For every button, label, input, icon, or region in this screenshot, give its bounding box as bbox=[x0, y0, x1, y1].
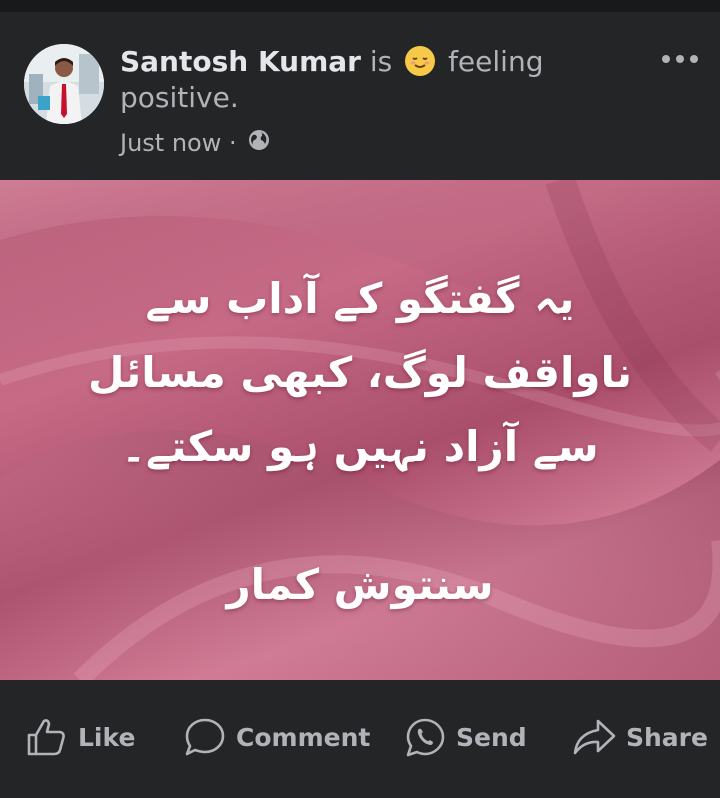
send-button[interactable]: Send bbox=[404, 714, 527, 760]
post-author-line: Santosh Kumar is feeling positive. bbox=[120, 44, 640, 116]
post-header: Santosh Kumar is feeling positive. Just … bbox=[0, 22, 720, 180]
activity-prefix: is bbox=[369, 45, 393, 78]
comment-bubble-icon bbox=[184, 717, 226, 757]
globe-icon[interactable] bbox=[248, 127, 270, 159]
post-action-bar: Like Comment Send Share bbox=[0, 680, 720, 798]
comment-label: Comment bbox=[236, 722, 371, 752]
quote-line: سے آزاد نہیں ہو سکتے۔ bbox=[121, 422, 599, 471]
post-meta: Just now · bbox=[120, 126, 270, 159]
more-dot-icon bbox=[676, 55, 684, 63]
like-button[interactable]: Like bbox=[26, 714, 135, 760]
quote-line: ناواقف لوگ، کبھی مسائل bbox=[87, 348, 633, 397]
feeling-label[interactable]: feeling bbox=[448, 45, 543, 78]
more-dot-icon bbox=[662, 55, 670, 63]
share-arrow-icon bbox=[572, 717, 616, 757]
send-label: Send bbox=[456, 722, 527, 752]
comment-button[interactable]: Comment bbox=[184, 714, 370, 760]
top-status-strip bbox=[0, 0, 720, 12]
avatar[interactable] bbox=[24, 44, 104, 124]
image-quote: یہ گفتگو کے آداب سے ناواقف لوگ، کبھی مسا… bbox=[60, 262, 660, 484]
share-label: Share bbox=[626, 722, 708, 752]
post-image[interactable]: یہ گفتگو کے آداب سے ناواقف لوگ، کبھی مسا… bbox=[0, 180, 720, 680]
meta-separator: · bbox=[229, 129, 237, 157]
feed-divider bbox=[0, 12, 720, 22]
image-signature: سنتوش کمار bbox=[226, 560, 494, 609]
author-name[interactable]: Santosh Kumar bbox=[120, 45, 361, 78]
avatar-photo bbox=[24, 44, 104, 124]
relieved-face-emoji-icon bbox=[405, 46, 436, 76]
post-timestamp[interactable]: Just now bbox=[120, 129, 221, 157]
quote-line: یہ گفتگو کے آداب سے bbox=[145, 274, 575, 323]
feeling-value[interactable]: positive. bbox=[120, 81, 239, 114]
thumbs-up-icon bbox=[26, 717, 68, 757]
like-label: Like bbox=[78, 722, 136, 752]
more-dot-icon bbox=[690, 55, 698, 63]
whatsapp-icon bbox=[404, 717, 446, 757]
share-button[interactable]: Share bbox=[572, 714, 708, 760]
more-options-button[interactable] bbox=[656, 42, 704, 74]
